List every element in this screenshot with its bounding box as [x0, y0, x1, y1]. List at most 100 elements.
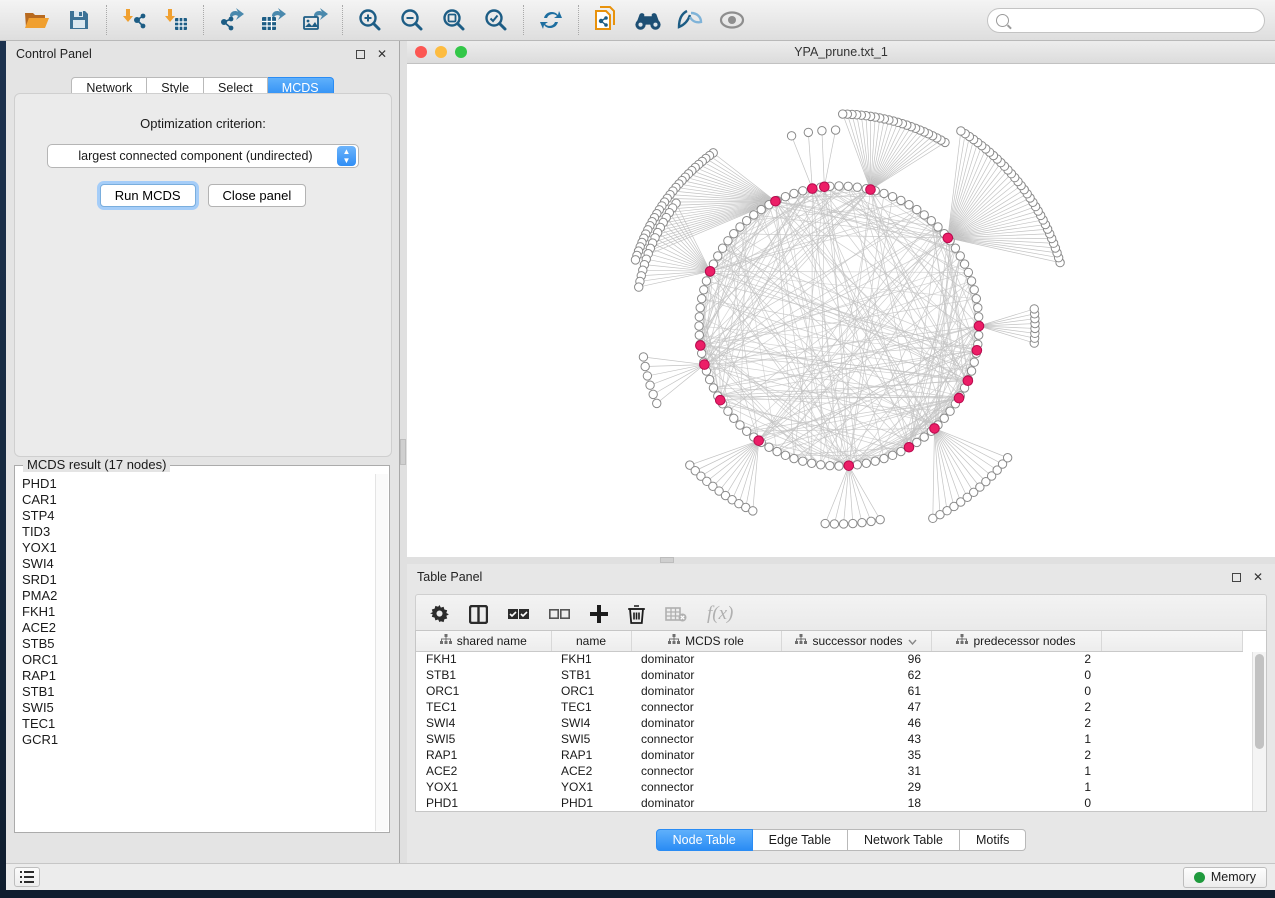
table-cell[interactable]: STB1	[416, 667, 551, 683]
table-cell[interactable]: TEC1	[551, 699, 631, 715]
column-header-MCDS-role[interactable]: MCDS role	[631, 631, 781, 651]
table-row[interactable]: SWI4SWI4dominator462	[416, 715, 1242, 731]
visual-style-icon[interactable]	[676, 6, 704, 34]
table-cell[interactable]	[1101, 699, 1242, 715]
search-binoculars-icon[interactable]	[634, 6, 662, 34]
task-history-icon[interactable]	[14, 867, 40, 887]
table-cell[interactable]: 1	[931, 763, 1101, 779]
table-cell[interactable]: dominator	[631, 747, 781, 763]
network-canvas[interactable]	[407, 64, 1275, 556]
table-cell[interactable]: RAP1	[416, 747, 551, 763]
table-cell[interactable]: 0	[931, 683, 1101, 699]
import-network-icon[interactable]	[120, 6, 148, 34]
table-cell[interactable]: 43	[781, 731, 931, 747]
table-cell[interactable]: 18	[781, 795, 931, 811]
search-box[interactable]	[987, 8, 1265, 33]
mcds-result-item[interactable]: RAP1	[22, 668, 374, 684]
mcds-result-item[interactable]: STP4	[22, 508, 374, 524]
table-row[interactable]: STB1STB1dominator620	[416, 667, 1242, 683]
create-column-plus-icon[interactable]	[590, 605, 608, 623]
table-cell[interactable]: SWI4	[551, 715, 631, 731]
table-cell[interactable]: RAP1	[551, 747, 631, 763]
table-row[interactable]: FKH1FKH1dominator962	[416, 651, 1242, 667]
table-cell[interactable]: FKH1	[551, 651, 631, 667]
table-row[interactable]: YOX1YOX1connector291	[416, 779, 1242, 795]
table-cell[interactable]: YOX1	[551, 779, 631, 795]
zoom-selected-icon[interactable]	[482, 6, 510, 34]
export-image-icon[interactable]	[301, 6, 329, 34]
table-cell[interactable]: ORC1	[416, 683, 551, 699]
table-row[interactable]: ORC1ORC1dominator610	[416, 683, 1242, 699]
delete-table-icon[interactable]	[665, 607, 687, 622]
table-cell[interactable]: connector	[631, 699, 781, 715]
splitter-handle[interactable]	[400, 439, 406, 465]
mcds-result-scrollbar[interactable]	[375, 474, 388, 831]
table-cell[interactable]: 61	[781, 683, 931, 699]
table-scrollbar[interactable]	[1252, 652, 1266, 811]
table-cell[interactable]: 96	[781, 651, 931, 667]
table-cell[interactable]: 0	[931, 667, 1101, 683]
select-all-columns-icon[interactable]	[508, 608, 529, 621]
tab-edge-table[interactable]: Edge Table	[753, 829, 848, 851]
deselect-all-columns-icon[interactable]	[549, 608, 570, 621]
column-header-empty[interactable]	[1101, 631, 1242, 651]
table-cell[interactable]: 2	[931, 699, 1101, 715]
splitter-handle[interactable]	[660, 557, 674, 563]
table-cell[interactable]: ACE2	[551, 763, 631, 779]
table-cell[interactable]: 2	[931, 747, 1101, 763]
horizontal-splitter[interactable]	[407, 557, 1275, 564]
table-cell[interactable]	[1101, 651, 1242, 667]
float-panel-icon[interactable]	[1229, 570, 1243, 584]
table-cell[interactable]: YOX1	[416, 779, 551, 795]
table-cell[interactable]: dominator	[631, 667, 781, 683]
close-panel-button[interactable]: Close panel	[208, 184, 307, 207]
mcds-result-item[interactable]: FKH1	[22, 604, 374, 620]
close-panel-icon[interactable]: ✕	[1251, 570, 1265, 584]
mcds-result-item[interactable]: ACE2	[22, 620, 374, 636]
mcds-result-item[interactable]: STB5	[22, 636, 374, 652]
table-cell[interactable]: PHD1	[416, 795, 551, 811]
table-settings-gear-icon[interactable]	[430, 605, 449, 624]
mcds-result-item[interactable]: PMA2	[22, 588, 374, 604]
mcds-result-item[interactable]: ORC1	[22, 652, 374, 668]
mcds-result-item[interactable]: CAR1	[22, 492, 374, 508]
table-cell[interactable]: 1	[931, 779, 1101, 795]
table-cell[interactable]: PHD1	[551, 795, 631, 811]
table-row[interactable]: PHD1PHD1dominator180	[416, 795, 1242, 811]
table-cell[interactable]: SWI4	[416, 715, 551, 731]
memory-button[interactable]: Memory	[1183, 867, 1267, 888]
table-cell[interactable]: 29	[781, 779, 931, 795]
network-graph[interactable]	[407, 64, 1275, 556]
zoom-out-icon[interactable]	[398, 6, 426, 34]
table-cell[interactable]: 0	[931, 795, 1101, 811]
table-cell[interactable]: 47	[781, 699, 931, 715]
table-cell[interactable]: 31	[781, 763, 931, 779]
table-cell[interactable]: dominator	[631, 651, 781, 667]
run-mcds-button[interactable]: Run MCDS	[100, 184, 196, 207]
zoom-fit-icon[interactable]	[440, 6, 468, 34]
mcds-result-item[interactable]: PHD1	[22, 476, 374, 492]
table-row[interactable]: ACE2ACE2connector311	[416, 763, 1242, 779]
optimization-select[interactable]: largest connected component (undirected)…	[47, 144, 359, 168]
mcds-result-item[interactable]: GCR1	[22, 732, 374, 748]
table-cell[interactable]	[1101, 763, 1242, 779]
table-cell[interactable]: connector	[631, 763, 781, 779]
table-cell[interactable]	[1101, 731, 1242, 747]
zoom-in-icon[interactable]	[356, 6, 384, 34]
table-cell[interactable]: connector	[631, 779, 781, 795]
mcds-result-item[interactable]: YOX1	[22, 540, 374, 556]
column-header-name[interactable]: name	[551, 631, 631, 651]
tab-motifs[interactable]: Motifs	[960, 829, 1026, 851]
function-builder-icon[interactable]: f(x)	[707, 603, 733, 625]
table-row[interactable]: RAP1RAP1dominator352	[416, 747, 1242, 763]
table-cell[interactable]	[1101, 715, 1242, 731]
column-header-predecessor-nodes[interactable]: predecessor nodes	[931, 631, 1101, 651]
show-hide-eye-icon[interactable]	[718, 6, 746, 34]
table-cell[interactable]: 62	[781, 667, 931, 683]
mcds-result-item[interactable]: SWI4	[22, 556, 374, 572]
table-cell[interactable]: FKH1	[416, 651, 551, 667]
export-table-icon[interactable]	[259, 6, 287, 34]
show-column-panel-icon[interactable]	[469, 605, 488, 624]
table-cell[interactable]	[1101, 747, 1242, 763]
table-cell[interactable]: connector	[631, 731, 781, 747]
